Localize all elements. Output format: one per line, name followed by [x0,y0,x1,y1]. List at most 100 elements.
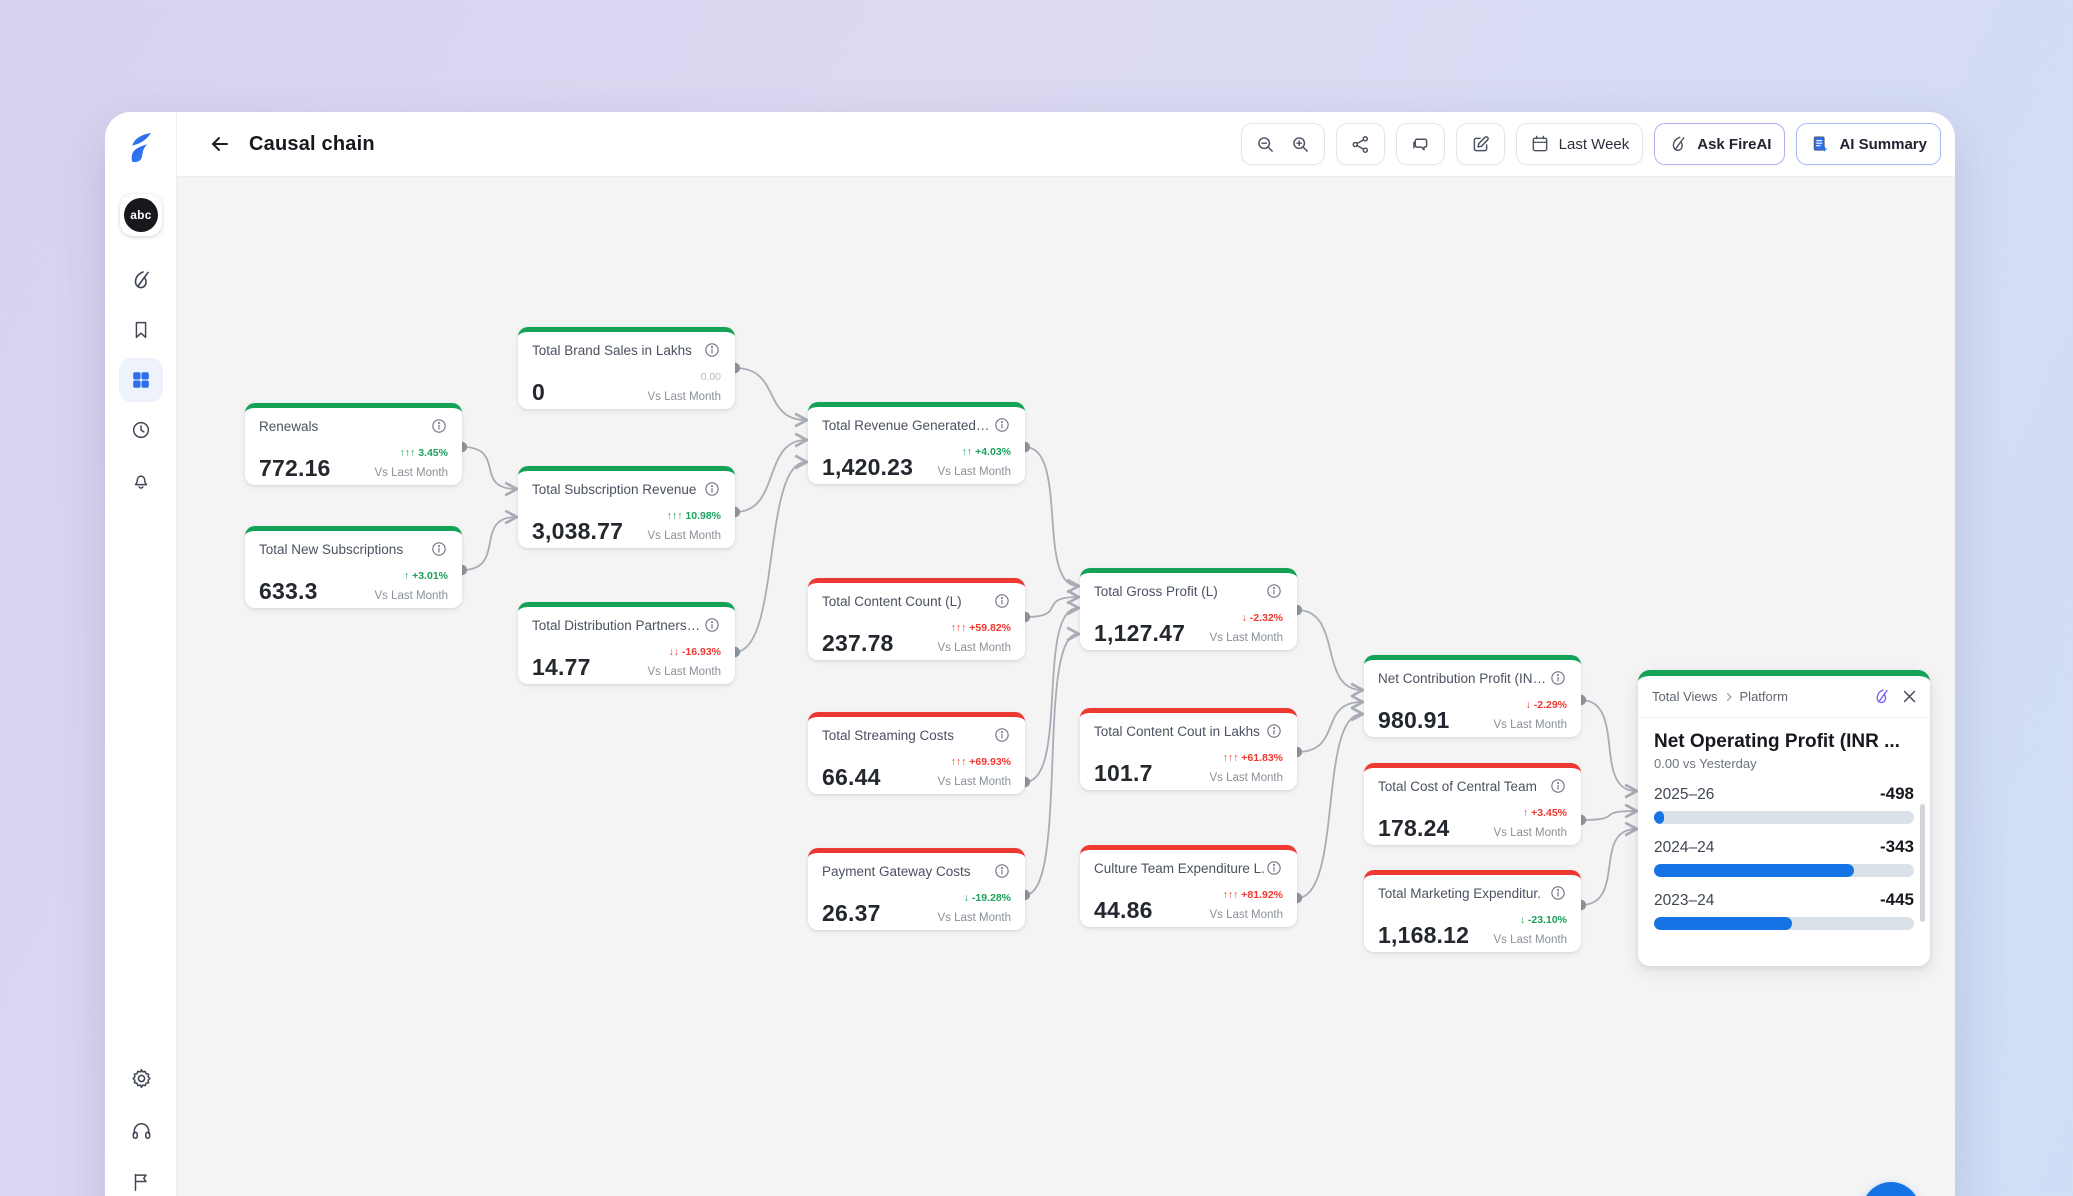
bar-fill [1654,811,1664,824]
node-total-subscription-revenue[interactable]: Total Subscription Revenue 3,038.77 ↑↑↑ … [518,466,735,548]
chat-bubbles-icon [1410,134,1431,155]
info-icon[interactable] [1549,777,1567,795]
info-icon[interactable] [430,417,448,435]
node-total-gross-profit[interactable]: Total Gross Profit (L) 1,127.47 ↓ -2.32%… [1080,568,1297,650]
workspace-avatar[interactable]: abc [120,194,162,236]
vs-last-month-label: Vs Last Month [1493,934,1567,946]
node-value: 633.3 [259,578,318,605]
ai-summary-button[interactable]: AI Summary [1796,123,1941,165]
sidebar-item-dashboards[interactable] [119,358,163,402]
node-total-streaming-costs[interactable]: Total Streaming Costs 66.44 ↑↑↑ +69.93% … [808,712,1025,794]
bar-value: -498 [1880,784,1914,804]
sidebar-item-support[interactable] [119,1108,163,1152]
grid-icon [130,369,152,391]
calendar-icon [1530,134,1550,154]
node-trend: ↑↑↑ +59.82% [951,622,1011,634]
bar-value: -343 [1880,837,1914,857]
bell-icon [130,469,152,491]
node-value: 1,420.23 [822,454,913,481]
info-icon[interactable] [703,480,721,498]
fireai-logo[interactable] [121,128,161,168]
node-net-contribution-profit[interactable]: Net Contribution Profit (INR... 980.91 ↓… [1364,655,1581,737]
ai-summary-label: AI Summary [1839,136,1927,153]
node-title: Total Brand Sales in Lakhs [532,343,692,358]
causal-chain-canvas[interactable]: Total Brand Sales in Lakhs 0 0.00 Vs Las… [177,177,1955,1196]
node-total-content-count[interactable]: Total Content Count (L) 237.78 ↑↑↑ +59.8… [808,578,1025,660]
bar-label: 2025–26 [1654,786,1714,804]
panel-scrollbar[interactable] [1920,804,1925,922]
share-button[interactable] [1336,123,1385,165]
info-icon[interactable] [703,341,721,359]
back-button[interactable] [203,127,237,161]
node-culture-team-expenditure[interactable]: Culture Team Expenditure L. 44.86 ↑↑↑ +8… [1080,845,1297,927]
node-trend: ↓ -23.10% [1520,914,1567,926]
close-icon[interactable] [1901,688,1918,705]
bar-track [1654,864,1914,877]
sidebar-item-feedback[interactable] [119,1160,163,1196]
breadcrumb-platform[interactable]: Platform [1740,689,1788,704]
fireai-flame-icon [1668,134,1688,154]
bar-track [1654,811,1914,824]
node-value: 1,127.47 [1094,620,1185,647]
node-title: Total Distribution Partnership [532,618,703,633]
node-total-new-subscriptions[interactable]: Total New Subscriptions 633.3 ↑ +3.01% V… [245,526,462,608]
ask-fireai-label: Ask FireAI [1697,136,1771,153]
comments-button[interactable] [1396,123,1445,165]
toolbar: Last Week Ask FireAI AI Summary [1241,123,1941,165]
node-payment-gateway-costs[interactable]: Payment Gateway Costs 26.37 ↓ -19.28% Vs… [808,848,1025,930]
info-icon[interactable] [703,616,721,634]
info-icon[interactable] [1549,884,1567,902]
node-total-marketing-expenditure[interactable]: Total Marketing Expenditur. 1,168.12 ↓ -… [1364,870,1581,952]
node-value: 0 [532,379,545,406]
node-value: 3,038.77 [532,518,623,545]
gear-icon [130,1067,153,1090]
flame-icon[interactable] [1872,687,1891,706]
info-icon[interactable] [993,726,1011,744]
info-icon[interactable] [993,862,1011,880]
sidebar-item-history[interactable] [119,408,163,452]
node-trend: ↓↓ -16.93% [668,646,721,658]
node-trend: ↑ +3.01% [404,570,448,582]
node-value: 178.24 [1378,815,1450,842]
zoom-in-icon[interactable] [1290,134,1311,155]
node-total-brand-sales[interactable]: Total Brand Sales in Lakhs 0 0.00 Vs Las… [518,327,735,409]
node-total-cost-of-central-team[interactable]: Total Cost of Central Team 178.24 ↑ +3.4… [1364,763,1581,845]
flame-icon [129,268,153,292]
node-title: Total Revenue Generated (L) [822,418,993,433]
flag-icon [130,1171,152,1193]
info-icon[interactable] [993,592,1011,610]
node-total-content-cout-in-lakhs[interactable]: Total Content Cout in Lakhs 101.7 ↑↑↑ +6… [1080,708,1297,790]
sidebar-item-bookmarks[interactable] [119,308,163,352]
info-icon[interactable] [1265,722,1283,740]
sidebar-item-flame[interactable] [119,258,163,302]
avatar-label: abc [124,198,158,232]
bar-row-2025-26: 2025–26 -498 [1654,784,1914,824]
node-total-distribution-partnership[interactable]: Total Distribution Partnership 14.77 ↓↓ … [518,602,735,684]
edit-button[interactable] [1456,123,1505,165]
node-title: Total Cost of Central Team [1378,779,1537,794]
node-title: Total Content Count (L) [822,594,962,609]
date-range-button[interactable]: Last Week [1516,123,1644,165]
node-title: Net Contribution Profit (INR... [1378,671,1549,686]
info-icon[interactable] [430,540,448,558]
node-value: 1,168.12 [1378,922,1469,949]
info-icon[interactable] [1265,859,1283,877]
node-title: Total Marketing Expenditur. [1378,886,1541,901]
info-icon[interactable] [1265,582,1283,600]
vs-last-month-label: Vs Last Month [647,530,721,542]
sidebar-item-notifications[interactable] [119,458,163,502]
bar-track [1654,917,1914,930]
header: Causal chain Last Week Ask FireAI [177,112,1955,177]
node-renewals[interactable]: Renewals 772.16 ↑↑↑ 3.45% Vs Last Month [245,403,462,485]
info-icon[interactable] [993,416,1011,434]
ask-fireai-button[interactable]: Ask FireAI [1654,123,1785,165]
node-total-revenue-generated[interactable]: Total Revenue Generated (L) 1,420.23 ↑↑ … [808,402,1025,484]
info-icon[interactable] [1549,669,1567,687]
zoom-out-icon[interactable] [1255,134,1276,155]
bar-fill [1654,864,1854,877]
node-trend: 0.00 [701,371,721,383]
sidebar-item-settings[interactable] [119,1056,163,1100]
vs-last-month-label: Vs Last Month [1209,909,1283,921]
breadcrumb-total-views[interactable]: Total Views [1652,689,1718,704]
node-title: Total New Subscriptions [259,542,403,557]
